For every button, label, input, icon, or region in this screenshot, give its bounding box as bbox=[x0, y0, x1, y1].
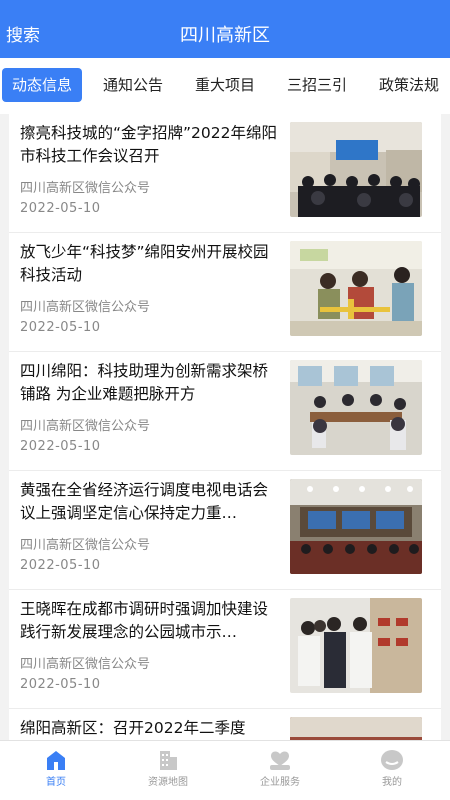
students-model-plane-photo bbox=[290, 241, 422, 336]
news-list: 擦亮科技城的“金字招牌”2022年绵阳市科技工作会议召开 四川高新区微信公众号 … bbox=[9, 114, 441, 740]
news-text: 四川绵阳：科技助理为创新需求架桥铺路 为企业难题把脉开方 四川高新区微信公众号 … bbox=[20, 360, 282, 456]
news-item[interactable]: 王晓晖在成都市调研时强调加快建设践行新发展理念的公园城市示… 四川高新区微信公众… bbox=[9, 590, 441, 709]
news-item[interactable]: 擦亮科技城的“金字招牌”2022年绵阳市科技工作会议召开 四川高新区微信公众号 … bbox=[9, 114, 441, 233]
nav-resource-map[interactable]: 资源地图 bbox=[112, 741, 224, 800]
news-date: 2022-05-10 bbox=[20, 320, 101, 335]
news-source: 四川高新区微信公众号 bbox=[20, 300, 151, 315]
news-title: 擦亮科技城的“金字招牌”2022年绵阳市科技工作会议召开 bbox=[20, 124, 278, 165]
news-title: 王晓晖在成都市调研时强调加快建设践行新发展理念的公园城市示… bbox=[20, 600, 269, 641]
meeting-photo bbox=[290, 717, 422, 740]
service-icon bbox=[268, 749, 292, 771]
nav-enterprise-service-label: 企业服务 bbox=[260, 777, 300, 788]
tab-major-projects[interactable]: 重大项目 bbox=[195, 68, 255, 102]
inspection-visit-photo bbox=[290, 598, 422, 693]
conference-hall-photo bbox=[290, 122, 422, 217]
tab-dynamic-info[interactable]: 动态信息 bbox=[2, 68, 83, 102]
news-title: 四川绵阳：科技助理为创新需求架桥铺路 为企业难题把脉开方 bbox=[20, 362, 269, 403]
news-text: 放飞少年“科技梦”绵阳安州开展校园科技活动 四川高新区微信公众号 2022-05… bbox=[20, 241, 282, 337]
profile-icon bbox=[380, 749, 404, 771]
news-item[interactable]: 黄强在全省经济运行调度电视电话会议上强调坚定信心保持定力重… 四川高新区微信公众… bbox=[9, 471, 441, 590]
news-source: 四川高新区微信公众号 bbox=[20, 657, 151, 672]
tab-investment[interactable]: 三招三引 bbox=[287, 68, 347, 102]
nav-home[interactable]: 首页 bbox=[0, 741, 112, 800]
building-icon bbox=[156, 749, 180, 771]
news-title: 黄强在全省经济运行调度电视电话会议上强调坚定信心保持定力重… bbox=[20, 481, 269, 522]
nav-profile[interactable]: 我的 bbox=[336, 741, 448, 800]
category-tabs: 动态信息 通知公告 重大项目 三招三引 政策法规 bbox=[0, 58, 450, 114]
news-item[interactable]: 四川绵阳：科技助理为创新需求架桥铺路 为企业难题把脉开方 四川高新区微信公众号 … bbox=[9, 352, 441, 471]
news-text: 王晓晖在成都市调研时强调加快建设践行新发展理念的公园城市示… 四川高新区微信公众… bbox=[20, 598, 282, 694]
news-item[interactable]: 放飞少年“科技梦”绵阳安州开展校园科技活动 四川高新区微信公众号 2022-05… bbox=[9, 233, 441, 352]
top-bar: 搜索 四川高新区 bbox=[0, 0, 450, 58]
page-title: 四川高新区 bbox=[180, 25, 270, 46]
news-source: 四川高新区微信公众号 bbox=[20, 181, 151, 196]
nav-home-label: 首页 bbox=[46, 777, 66, 788]
home-icon bbox=[44, 749, 68, 771]
tab-notices[interactable]: 通知公告 bbox=[103, 68, 163, 102]
news-date: 2022-05-10 bbox=[20, 439, 101, 454]
news-title: 放飞少年“科技梦”绵阳安州开展校园科技活动 bbox=[20, 243, 269, 284]
nav-resource-map-label: 资源地图 bbox=[148, 777, 188, 788]
news-item[interactable]: 绵阳高新区：召开2022年二季度 bbox=[9, 709, 441, 740]
video-conference-photo bbox=[290, 479, 422, 574]
bottom-navigation: 首页 资源地图 企业服务 我的 bbox=[0, 740, 450, 800]
nav-enterprise-service[interactable]: 企业服务 bbox=[224, 741, 336, 800]
nav-profile-label: 我的 bbox=[382, 777, 402, 788]
news-title: 绵阳高新区：召开2022年二季度 bbox=[20, 719, 246, 737]
office-meeting-photo bbox=[290, 360, 422, 455]
news-date: 2022-05-10 bbox=[20, 677, 101, 692]
news-text: 擦亮科技城的“金字招牌”2022年绵阳市科技工作会议召开 四川高新区微信公众号 … bbox=[20, 122, 282, 218]
news-date: 2022-05-10 bbox=[20, 558, 101, 573]
news-text: 黄强在全省经济运行调度电视电话会议上强调坚定信心保持定力重… 四川高新区微信公众… bbox=[20, 479, 282, 575]
news-source: 四川高新区微信公众号 bbox=[20, 538, 151, 553]
news-date: 2022-05-10 bbox=[20, 201, 101, 216]
news-text: 绵阳高新区：召开2022年二季度 bbox=[20, 717, 282, 740]
news-source: 四川高新区微信公众号 bbox=[20, 419, 151, 434]
tab-policies[interactable]: 政策法规 bbox=[379, 68, 439, 102]
